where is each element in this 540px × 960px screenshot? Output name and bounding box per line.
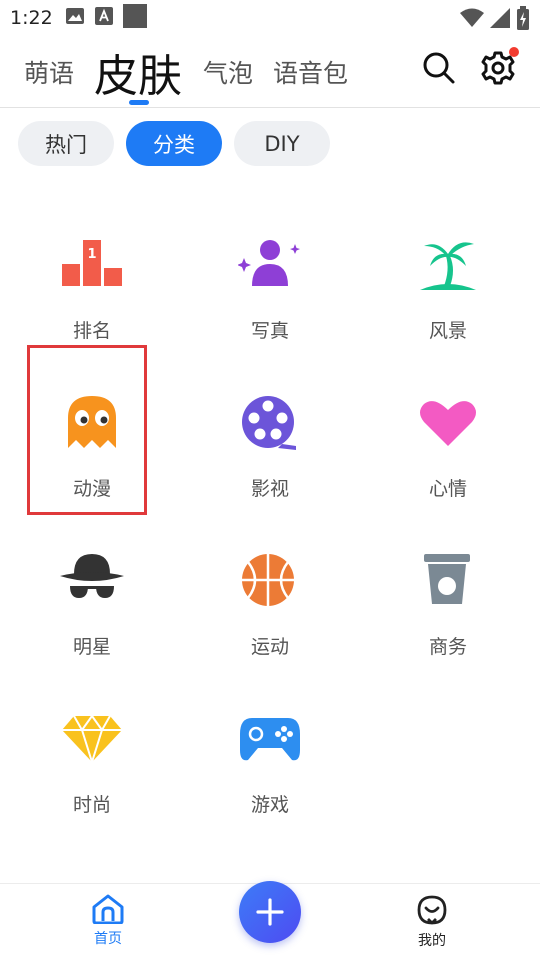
battery-icon [516,6,530,34]
active-tab-indicator [129,100,149,105]
sub-tab-chips: 热门 分类 DIY [18,121,330,166]
category-label: 动漫 [72,478,111,500]
person-sparkle-icon [238,240,300,286]
status-right [460,6,530,34]
home-icon [92,894,124,924]
category-fashion[interactable]: 时尚 [32,710,152,840]
palm-tree-icon [420,242,476,290]
search-icon[interactable] [421,50,457,86]
status-bar: 1:22 [0,0,540,36]
nav-mine-label: 我的 [418,933,446,949]
category-label: 明星 [72,636,111,658]
nav-home-label: 首页 [94,931,122,947]
font-a-icon [94,7,113,29]
category-label: 写真 [250,320,289,342]
top-tab-bar: 萌语 皮肤 气泡 语音包 [0,36,540,108]
basketball-icon [242,554,294,606]
category-label: 时尚 [72,794,111,816]
podium-icon: 1 [62,240,122,286]
category-label: 游戏 [250,794,289,816]
wifi-icon [460,8,484,32]
category-label: 排名 [72,320,111,342]
category-business[interactable]: 商务 [388,552,508,682]
signal-icon [490,8,510,32]
nav-mine[interactable]: 我的 [392,894,472,950]
category-label: 风景 [428,320,467,342]
tab-skin[interactable]: 皮肤 [94,36,182,108]
coffee-cup-icon [424,554,470,604]
film-reel-icon [242,396,296,450]
nav-home[interactable]: 首页 [68,894,148,948]
category-ranking[interactable]: 1 排名 [32,236,152,366]
category-label: 商务 [428,636,467,658]
category-games[interactable]: 游戏 [210,710,330,840]
category-scenery[interactable]: 风景 [388,236,508,366]
category-label: 影视 [250,478,289,500]
add-button[interactable] [239,881,301,943]
category-label: 心情 [428,478,467,500]
tab-voice-pack[interactable]: 语音包 [273,36,348,108]
category-film[interactable]: 影视 [210,394,330,524]
chip-diy[interactable]: DIY [234,121,330,166]
status-time: 1:22 [10,7,53,29]
diamond-icon [62,714,122,766]
notification-dot [509,47,519,57]
tab-mengyu[interactable]: 萌语 [24,36,74,108]
hat-sunglasses-icon [60,554,124,598]
plus-icon [256,898,284,926]
gamepad-icon [240,718,300,761]
square-icon [122,4,147,32]
category-anime[interactable]: 动漫 [32,394,152,524]
category-photo[interactable]: 写真 [210,236,330,366]
screen: 1:22 萌语 皮肤 气泡 语音包 热门 分类 DIY 1 排名 写真 风景 动… [0,0,540,960]
svg-text:1: 1 [87,247,96,262]
tab-bubble[interactable]: 气泡 [203,36,253,108]
chip-hot[interactable]: 热门 [18,121,114,166]
ghost-icon [68,396,116,448]
image-icon [65,7,85,29]
category-mood[interactable]: 心情 [388,394,508,524]
category-sports[interactable]: 运动 [210,552,330,682]
category-label: 运动 [250,636,289,658]
category-celebrity[interactable]: 明星 [32,552,152,682]
chip-category[interactable]: 分类 [126,121,222,166]
gear-icon[interactable] [480,47,519,86]
smile-face-icon [417,895,447,925]
heart-icon [420,401,476,446]
